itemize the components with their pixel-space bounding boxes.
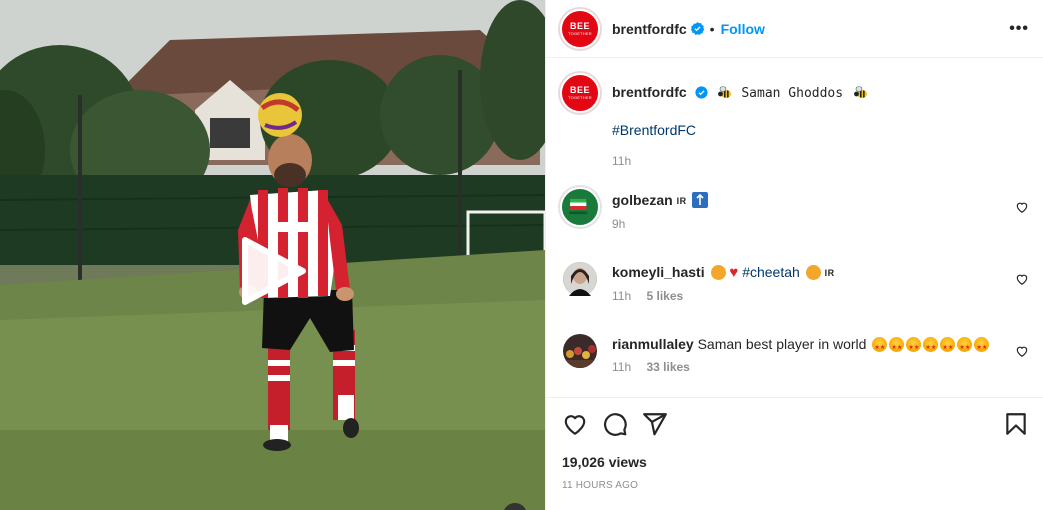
like-heart-icon[interactable] [562,411,588,437]
star-struck-emoji-icon [940,337,956,358]
separator-dot: • [709,20,715,37]
action-icons [560,411,1029,439]
star-struck-emoji-icon [906,337,922,358]
bee-emoji-icon [718,86,732,98]
username-link[interactable]: brentfordfc [612,21,687,37]
avatar[interactable] [563,262,597,296]
flag-code: IR [676,196,687,206]
tiger-emoji-icon [710,265,726,280]
comment-username-link[interactable]: komeyli_hasti [612,264,705,280]
star-struck-emoji-icon [889,337,905,358]
comment-body: golbezan IR 9h [612,187,999,231]
avatar-logo-subtext: TOGETHER [568,30,592,36]
heart-emoji-icon: ♥ [729,264,739,281]
hashtag-link[interactable]: #cheetah [742,264,800,280]
star-struck-emoji-icon [957,337,973,358]
caption-body: brentfordfc Saman Ghoddos #BrentfordFC 1… [612,73,999,168]
comment-timestamp[interactable]: 11h [612,360,631,374]
avatar-image [569,198,588,215]
bee-emoji-icon [854,86,867,98]
post-timestamp[interactable]: 11 HOURS AGO [562,480,638,491]
post-sidebar: BEE TOGETHER brentfordfc • Follow ••• BE… [545,0,1043,510]
avatar[interactable]: BEE TOGETHER [560,73,600,113]
comment-body: komeyli_hasti ♥ #cheetah IR 11h 5 likes [612,259,999,303]
caption-timestamp[interactable]: 11h [612,154,631,168]
save-bookmark-icon[interactable] [1003,411,1029,437]
comment-body: rianmullaley Saman best player in world … [612,331,999,374]
emoji-icon [692,192,709,208]
comment-timestamp[interactable]: 9h [612,217,625,231]
avatar-image [563,334,597,368]
comment-likes[interactable]: 33 likes [646,360,689,374]
play-icon[interactable] [237,236,307,306]
comment-username-link[interactable]: rianmullaley [612,336,694,352]
post-header: BEE TOGETHER brentfordfc • Follow ••• [546,0,1043,58]
post-actions: 19,026 views 11 HOURS AGO [546,397,1043,510]
video-player[interactable] [0,0,545,510]
verified-badge-icon [690,22,704,35]
comment-text: Saman best player in world [697,336,867,352]
avatar[interactable] [563,334,597,368]
comment-username-link[interactable]: golbezan [612,192,673,208]
username-link[interactable]: brentfordfc [612,84,687,100]
verified-badge-icon [694,86,708,99]
avatar-image [563,262,597,296]
avatar[interactable]: BEE TOGETHER [560,8,600,49]
caption-text: Saman Ghoddos [741,86,844,101]
share-icon[interactable] [642,411,668,437]
tiger-emoji-icon [805,265,821,280]
flag-code: IR [824,268,835,278]
like-comment-heart-icon[interactable] [1015,344,1029,358]
avatar-logo-subtext: TOGETHER [568,95,592,100]
like-comment-heart-icon[interactable] [1015,200,1029,214]
avatar[interactable] [560,187,600,227]
comment-icon[interactable] [602,411,628,437]
comment-likes[interactable]: 5 likes [646,289,683,303]
star-struck-emoji-icon [923,337,939,358]
comment-timestamp[interactable]: 11h [612,289,631,303]
star-struck-emoji-icon [872,337,888,358]
more-options-icon[interactable]: ••• [1009,20,1029,38]
avatar-logo-text: BEE [569,20,590,31]
follow-button[interactable]: Follow [721,21,765,37]
comments-list[interactable]: BEE TOGETHER brentfordfc Saman Ghoddos #… [546,59,1043,396]
view-count[interactable]: 19,026 views [562,454,647,470]
hashtag-link[interactable]: #BrentfordFC [612,122,696,138]
star-struck-emoji-icon [974,337,990,358]
avatar-logo-text: BEE [569,85,590,95]
instagram-post: BEE TOGETHER brentfordfc • Follow ••• BE… [0,0,1043,510]
like-comment-heart-icon[interactable] [1015,272,1029,286]
